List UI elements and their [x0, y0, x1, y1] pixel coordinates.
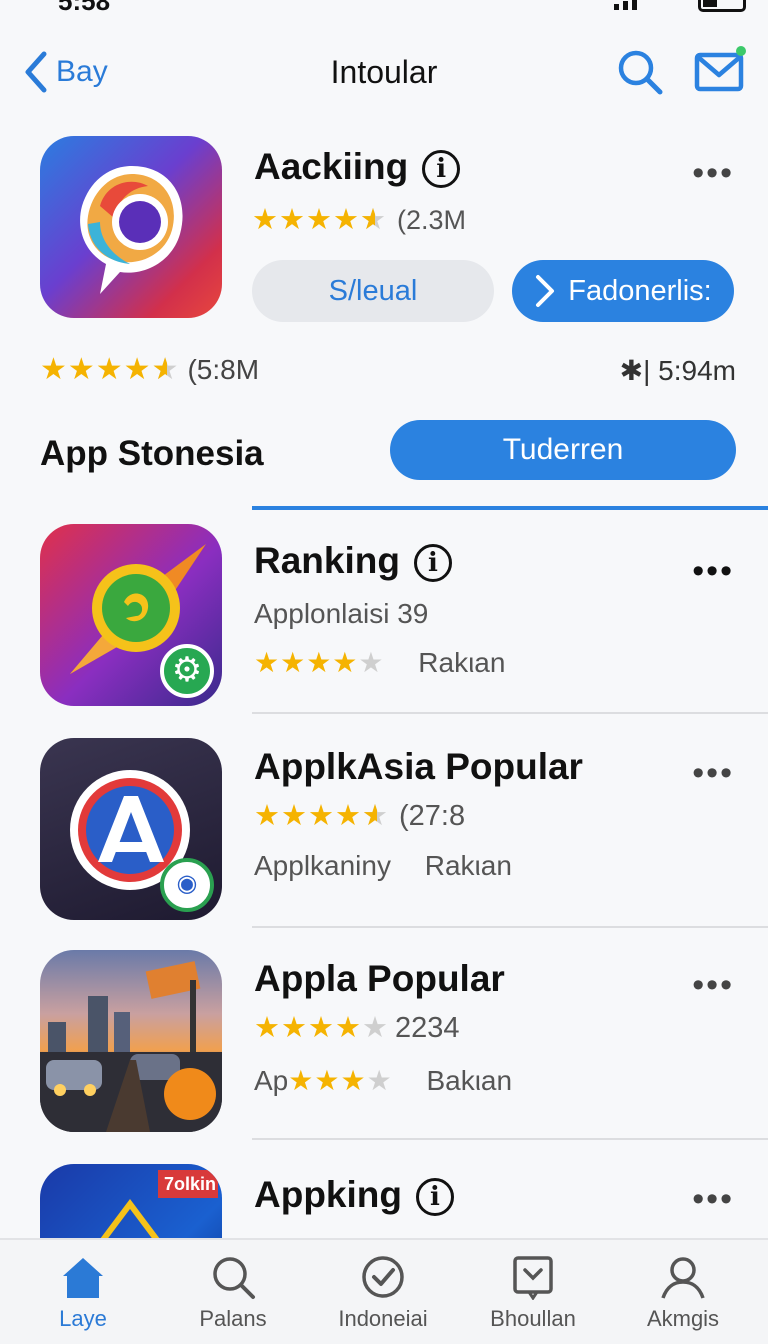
star-rating: ★★★★★ ★ — [252, 204, 387, 236]
app-meta-text-2: Bakιan — [426, 1065, 513, 1096]
mail-icon — [694, 52, 744, 92]
signal-icon — [614, 0, 648, 10]
tab-profile[interactable]: Akmgis — [608, 1254, 758, 1332]
nav-bar: Bay Intoular — [0, 40, 768, 104]
more-options-button[interactable]: ••• — [692, 968, 734, 1002]
rating-summary: ★★★★★ ★ (5:8M ✱| 5:94m — [40, 352, 740, 392]
app-meta: ★★★★★ Rakιan — [254, 646, 505, 679]
section-title: App Stonesia — [40, 434, 264, 473]
check-circle-icon — [362, 1256, 404, 1298]
more-options-button[interactable]: ••• — [692, 756, 734, 790]
star-rating: ★★★★★ ★ — [254, 800, 389, 832]
list-item[interactable]: ⚙ Ranking i ••• Applonlaisi 39 ★★★★★ Rakι… — [0, 524, 768, 736]
app-subtitle: Applonlaisi 39 — [254, 598, 429, 629]
list-item[interactable]: ◉ ApplkAsia Popular ••• ★★★★★ ★ (27:8 Appl… — [0, 738, 768, 950]
rating-value: (5:8M — [187, 354, 260, 385]
home-icon — [63, 1258, 103, 1298]
list-item[interactable]: 7olkin Appking i ••• — [0, 1164, 768, 1238]
rating-count: 2234 — [395, 1012, 460, 1044]
compass-app-icon: ⚙ — [40, 524, 222, 706]
primary-button-label: Fadonerlis: — [568, 274, 712, 307]
status-time: 5:58 — [58, 0, 111, 16]
search-icon[interactable] — [616, 48, 664, 96]
app-meta-text: Rakιan — [418, 647, 506, 678]
info-icon[interactable]: i — [422, 150, 461, 189]
star-rating: ★★★★★ — [254, 1012, 389, 1044]
size-value: ✱| 5:94m — [620, 354, 736, 387]
play-icon: ◉ — [160, 858, 214, 912]
more-options-button[interactable]: ••• — [692, 156, 734, 190]
city-photo-graphic — [40, 961, 222, 1132]
a-logo-app-icon: ◉ — [40, 738, 222, 920]
secondary-button[interactable]: S/leual — [252, 260, 494, 322]
gear-icon: ⚙ — [160, 644, 214, 698]
app-title: Appking — [254, 1174, 402, 1215]
search-icon — [213, 1257, 255, 1299]
tab-bar: Laye Palans Indoneiai Bhoullan Akmgis — [0, 1238, 768, 1344]
chevron-right-icon — [536, 275, 555, 307]
primary-button[interactable]: Fadonerlis: — [512, 260, 734, 322]
featured-app-title: Aackiing — [254, 146, 409, 187]
app-meta: Applkaniny Rakιan — [254, 850, 512, 882]
featured-app: Aackiing i ••• ★★★★★ ★ (2.3M S/leual Fadone… — [0, 134, 768, 334]
tab-label: Indoneiai — [338, 1306, 428, 1331]
featured-app-icon[interactable] — [40, 136, 222, 318]
info-icon[interactable]: i — [415, 1178, 454, 1217]
tab-label: Laye — [59, 1306, 107, 1331]
divider — [252, 926, 768, 928]
battery-icon — [698, 0, 746, 12]
star-rating: ★★★★ — [288, 1065, 393, 1096]
icon-badge-text: 7olkin — [164, 1174, 217, 1194]
more-options-button[interactable]: ••• — [692, 554, 734, 588]
tab-home[interactable]: Laye — [8, 1254, 158, 1332]
section-button[interactable]: Tuderren — [390, 420, 736, 480]
app-name: ApplkAsia Popular — [254, 746, 583, 787]
app-name: Appla Popular — [254, 958, 505, 999]
app-rating: ★★★★★ 2234 — [254, 1010, 460, 1045]
list-item[interactable]: Appla Popular ••• ★★★★★ 2234 Ap★★★★ Bakιa… — [0, 950, 768, 1162]
download-box-icon — [513, 1256, 553, 1300]
more-options-button[interactable]: ••• — [692, 1182, 734, 1216]
tab-download[interactable]: Bhoullan — [458, 1254, 608, 1332]
featured-app-name: Aackiing i — [254, 146, 461, 189]
rating-count: (27:8 — [399, 800, 466, 832]
tab-check[interactable]: Indoneiai — [308, 1254, 458, 1332]
person-icon — [661, 1257, 705, 1299]
app-title: Ranking — [254, 540, 400, 581]
notification-dot — [736, 46, 746, 56]
mail-button[interactable] — [694, 46, 746, 96]
size-text: 5:94m — [658, 355, 736, 386]
app-meta-text-2: Rakιan — [424, 850, 512, 881]
tab-search[interactable]: Palans — [158, 1254, 308, 1332]
divider — [252, 712, 768, 714]
status-bar: 5:58 — [0, 0, 768, 20]
sign-app-icon: 7olkin — [40, 1164, 222, 1238]
info-icon[interactable]: i — [413, 544, 452, 583]
section-header: App Stonesia Tuderren — [40, 420, 736, 482]
star-rating: ★★★★★ ★ — [40, 353, 180, 386]
tab-indicator — [252, 506, 768, 510]
app-name: Appking i — [254, 1174, 454, 1217]
featured-rating: ★★★★★ ★ (2.3M — [252, 202, 466, 237]
app-meta: Ap★★★★ Bakιan — [254, 1064, 512, 1097]
swirl-logo-icon — [80, 166, 183, 294]
app-meta-text: Ap — [254, 1065, 289, 1096]
divider — [252, 1138, 768, 1140]
tab-label: Palans — [199, 1306, 267, 1331]
app-rating: ★★★★★ ★ (27:8 — [254, 798, 465, 833]
tab-label: Akmgis — [646, 1306, 720, 1331]
star-rating: ★★★★★ — [254, 647, 385, 678]
sparkle-icon: ✱| — [619, 355, 651, 386]
app-name: Ranking i — [254, 540, 452, 583]
tab-label: Bhoullan — [490, 1306, 576, 1331]
app-meta-text: Applkaniny — [254, 850, 391, 881]
rating-count: (2.3M — [397, 205, 467, 235]
city-photo-app-icon — [40, 950, 222, 1132]
